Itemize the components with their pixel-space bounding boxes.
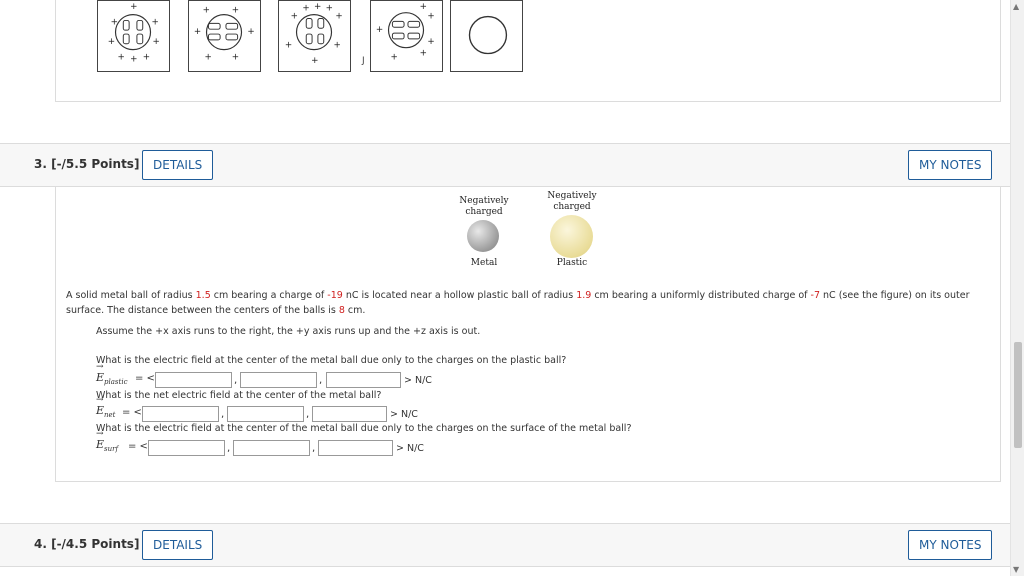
- figure-charged-grid-3: + + + + + + + +: [278, 0, 351, 72]
- metal-ball: [467, 220, 499, 252]
- svg-text:+: +: [111, 17, 118, 27]
- svg-text:+: +: [151, 17, 158, 27]
- scroll-down-icon[interactable]: ▼: [1013, 565, 1019, 574]
- figure-charged-grid-1: + + + + + + + +: [97, 0, 170, 72]
- e-net-symbol: → Enet: [96, 395, 116, 420]
- svg-text:+: +: [143, 52, 150, 62]
- question-3-title: 3. [-/5.5 Points]: [34, 157, 140, 171]
- question-4-title: 4. [-/4.5 Points]: [34, 537, 140, 551]
- question-3-header: 3. [-/5.5 Points] DETAILS MY NOTES: [0, 143, 1010, 187]
- figure-charged-grid-4: + + + + + +: [370, 0, 443, 72]
- metal-charge-value: -19: [327, 290, 343, 301]
- e-net-y-input[interactable]: [227, 406, 304, 422]
- svg-text:+: +: [420, 2, 427, 12]
- metal-radius-value: 1.5: [195, 290, 211, 301]
- plastic-ball: [550, 215, 593, 258]
- details-button-q4[interactable]: DETAILS: [142, 530, 214, 560]
- scrollbar-thumb[interactable]: [1014, 342, 1022, 448]
- metal-label: Metal: [470, 258, 498, 268]
- question-4-header: 4. [-/4.5 Points] DETAILS MY NOTES: [0, 523, 1010, 567]
- svg-text:+: +: [390, 52, 397, 62]
- question-a-text: What is the electric field at the center…: [96, 355, 567, 366]
- e-surf-z-input[interactable]: [318, 440, 393, 456]
- svg-text:+: +: [335, 12, 342, 22]
- unit-label: > N/C: [404, 375, 432, 386]
- e-surf-y-input[interactable]: [233, 440, 310, 456]
- question-b-text: What is the net electric field at the ce…: [96, 390, 382, 401]
- svg-text:+: +: [232, 6, 239, 16]
- unit-label: > N/C: [396, 443, 424, 454]
- scroll-up-icon[interactable]: ▲: [1013, 2, 1019, 11]
- axis-assumption: Assume the +x axis runs to the right, th…: [96, 326, 481, 337]
- svg-text:+: +: [376, 25, 383, 35]
- svg-text:+: +: [285, 41, 292, 51]
- figure-charged-grid-2: + + + + + +: [188, 0, 261, 72]
- svg-text:+: +: [311, 56, 318, 66]
- plastic-charge-label: Negatively charged: [547, 191, 597, 212]
- metal-charge-label: Negatively charged: [459, 196, 509, 217]
- svg-text:+: +: [108, 37, 115, 47]
- figure-empty-circle: [450, 0, 523, 72]
- svg-text:+: +: [117, 52, 124, 62]
- svg-text:+: +: [194, 27, 201, 37]
- e-surf-x-input[interactable]: [148, 440, 225, 456]
- svg-text:+: +: [130, 54, 137, 64]
- e-net-z-input[interactable]: [312, 406, 387, 422]
- svg-text:+: +: [203, 6, 210, 16]
- e-surf-symbol: → Esurf: [96, 429, 119, 454]
- vertical-scrollbar[interactable]: ▲ ▼: [1010, 0, 1024, 576]
- problem-statement: A solid metal ball of radius 1.5 cm bear…: [66, 290, 970, 316]
- svg-text:+: +: [205, 52, 212, 62]
- e-plastic-x-input[interactable]: [155, 372, 232, 388]
- svg-text:+: +: [302, 4, 309, 14]
- unit-label: > N/C: [390, 409, 418, 420]
- plastic-label: Plastic: [556, 258, 588, 268]
- question-c-text: What is the electric field at the center…: [96, 423, 632, 434]
- e-plastic-symbol: → Eplastic: [96, 362, 128, 387]
- svg-text:+: +: [427, 12, 434, 22]
- figure-mark: J: [362, 56, 365, 66]
- details-button[interactable]: DETAILS: [142, 150, 214, 180]
- svg-text:+: +: [291, 12, 298, 22]
- plastic-radius-value: 1.9: [576, 290, 592, 301]
- svg-text:+: +: [326, 4, 333, 14]
- svg-text:+: +: [420, 48, 427, 58]
- plastic-charge-value: -7: [810, 290, 821, 301]
- svg-text:+: +: [314, 2, 321, 12]
- e-plastic-z-input[interactable]: [326, 372, 401, 388]
- svg-text:+: +: [152, 37, 159, 47]
- svg-text:+: +: [427, 37, 434, 47]
- my-notes-button[interactable]: MY NOTES: [908, 150, 993, 180]
- page: + + + + + + + + + + + + + + + + + + + + …: [0, 0, 1010, 576]
- svg-text:+: +: [130, 2, 137, 12]
- svg-text:+: +: [333, 41, 340, 51]
- e-net-x-input[interactable]: [142, 406, 219, 422]
- svg-text:+: +: [232, 52, 239, 62]
- e-plastic-y-input[interactable]: [240, 372, 317, 388]
- svg-text:+: +: [247, 27, 254, 37]
- my-notes-button-q4[interactable]: MY NOTES: [908, 530, 993, 560]
